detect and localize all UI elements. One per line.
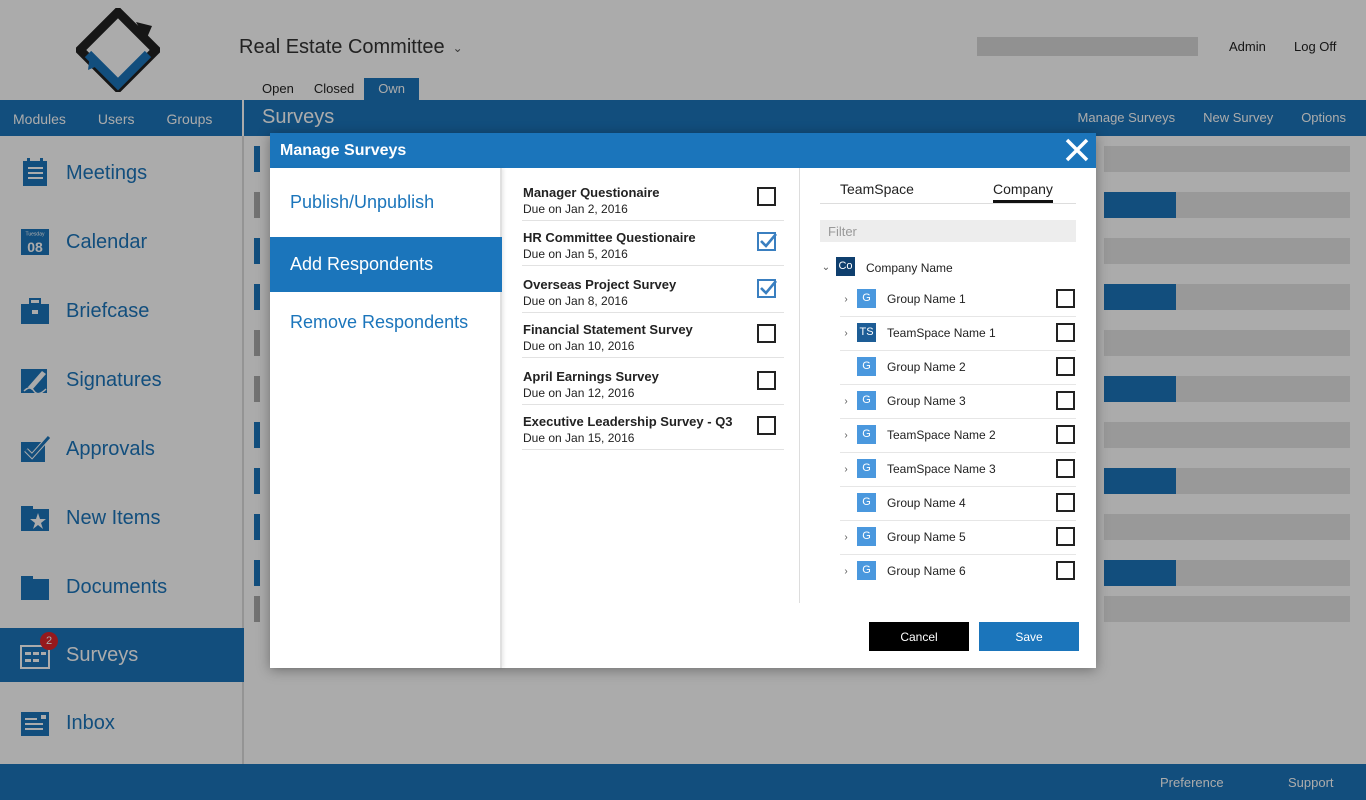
survey-checkbox[interactable] — [757, 232, 777, 251]
group-badge: G — [857, 493, 876, 512]
survey-item: Manager Questionaire Due on Jan 2, 2016 — [522, 177, 784, 221]
tree-root[interactable]: ⌄ Co Company Name — [820, 257, 1076, 279]
tree-node: › G TeamSpace Name 2 — [840, 419, 1076, 453]
action-publish-unpublish[interactable]: Publish/Unpublish — [270, 175, 502, 230]
tree-node: › TS TeamSpace Name 1 — [840, 317, 1076, 351]
chevron-down-icon[interactable]: ⌄ — [820, 262, 832, 273]
chevron-right-icon[interactable]: › — [840, 430, 852, 441]
survey-item: Executive Leadership Survey - Q3 Due on … — [522, 406, 784, 450]
tree-node: › G TeamSpace Name 3 — [840, 453, 1076, 487]
tree-node-label: TeamSpace Name 1 — [887, 326, 996, 340]
survey-item: Overseas Project Survey Due on Jan 8, 20… — [522, 269, 784, 313]
tree-node-label: Group Name 4 — [887, 496, 966, 510]
group-badge: G — [857, 459, 876, 478]
respondent-panel: TeamSpace Company ⌄ Co Company Name › G … — [820, 168, 1076, 603]
tree-node-label: TeamSpace Name 2 — [887, 428, 996, 442]
tree-node-checkbox[interactable] — [1056, 527, 1075, 546]
checkmark-icon — [760, 233, 777, 248]
teamspace-badge: TS — [857, 323, 876, 342]
tree-node: › G Group Name 5 — [840, 521, 1076, 555]
tree-node: G Group Name 4 — [840, 487, 1076, 521]
filter-input[interactable] — [820, 220, 1076, 242]
group-badge: G — [857, 391, 876, 410]
group-badge: G — [857, 527, 876, 546]
group-badge: G — [857, 561, 876, 580]
survey-due-date: Due on Jan 12, 2016 — [523, 386, 635, 400]
survey-due-date: Due on Jan 10, 2016 — [523, 339, 635, 353]
chevron-right-icon[interactable]: › — [840, 464, 852, 475]
survey-list: Manager Questionaire Due on Jan 2, 2016 … — [504, 168, 800, 603]
survey-due-date: Due on Jan 5, 2016 — [523, 247, 628, 261]
action-menu: Publish/Unpublish Add Respondents Remove… — [270, 168, 502, 668]
survey-item: HR Committee Questionaire Due on Jan 5, … — [522, 222, 784, 266]
survey-checkbox[interactable] — [757, 371, 776, 390]
survey-item: Financial Statement Survey Due on Jan 10… — [522, 314, 784, 358]
survey-due-date: Due on Jan 2, 2016 — [523, 202, 628, 216]
dialog-header: Manage Surveys — [270, 133, 1096, 168]
tree-node-checkbox[interactable] — [1056, 493, 1075, 512]
tree-node-label: Group Name 3 — [887, 394, 966, 408]
tree-root-label: Company Name — [866, 261, 953, 275]
survey-item: April Earnings Survey Due on Jan 12, 201… — [522, 361, 784, 405]
action-remove-respondents[interactable]: Remove Respondents — [270, 295, 502, 350]
checkmark-icon — [760, 280, 777, 295]
survey-name: Financial Statement Survey — [523, 322, 693, 337]
survey-name: Executive Leadership Survey - Q3 — [523, 414, 733, 429]
survey-due-date: Due on Jan 15, 2016 — [523, 431, 635, 445]
tree-node-label: Group Name 2 — [887, 360, 966, 374]
group-badge: G — [857, 357, 876, 376]
tree-node-checkbox[interactable] — [1056, 289, 1075, 308]
tree-node-label: Group Name 5 — [887, 530, 966, 544]
chevron-right-icon[interactable]: › — [840, 566, 852, 577]
tree-node-checkbox[interactable] — [1056, 425, 1075, 444]
tree-node-checkbox[interactable] — [1056, 561, 1075, 580]
survey-checkbox[interactable] — [757, 279, 777, 298]
group-badge: G — [857, 289, 876, 308]
tree-node: › G Group Name 3 — [840, 385, 1076, 419]
tree-node: › G Group Name 1 — [840, 283, 1076, 317]
survey-due-date: Due on Jan 8, 2016 — [523, 294, 628, 308]
tree-node-checkbox[interactable] — [1056, 323, 1075, 342]
tree-node-checkbox[interactable] — [1056, 357, 1075, 376]
survey-name: HR Committee Questionaire — [523, 230, 696, 245]
tree-node-checkbox[interactable] — [1056, 459, 1075, 478]
close-icon[interactable] — [1064, 137, 1090, 163]
survey-name: Manager Questionaire — [523, 185, 660, 200]
survey-name: April Earnings Survey — [523, 369, 659, 384]
cancel-button[interactable]: Cancel — [869, 622, 969, 651]
chevron-right-icon[interactable]: › — [840, 294, 852, 305]
company-badge: Co — [836, 257, 855, 276]
tree-node-label: Group Name 1 — [887, 292, 966, 306]
tree-node-label: Group Name 6 — [887, 564, 966, 578]
save-button[interactable]: Save — [979, 622, 1079, 651]
survey-checkbox[interactable] — [757, 416, 776, 435]
survey-checkbox[interactable] — [757, 187, 776, 206]
tree-node: G Group Name 2 — [840, 351, 1076, 385]
survey-checkbox[interactable] — [757, 324, 776, 343]
tree-node: › G Group Name 6 — [840, 555, 1076, 589]
respondent-tabs: TeamSpace Company — [820, 168, 1076, 204]
dialog-title: Manage Surveys — [280, 142, 407, 159]
manage-surveys-dialog: Manage Surveys Publish/Unpublish Add Res… — [270, 133, 1096, 668]
tab-company[interactable]: Company — [993, 181, 1053, 203]
survey-name: Overseas Project Survey — [523, 277, 677, 292]
chevron-right-icon[interactable]: › — [840, 532, 852, 543]
tree-node-checkbox[interactable] — [1056, 391, 1075, 410]
chevron-right-icon[interactable]: › — [840, 328, 852, 339]
chevron-right-icon[interactable]: › — [840, 396, 852, 407]
tree-node-label: TeamSpace Name 3 — [887, 462, 996, 476]
tab-teamspace[interactable]: TeamSpace — [840, 181, 914, 197]
action-add-respondents[interactable]: Add Respondents — [270, 237, 502, 292]
group-badge: G — [857, 425, 876, 444]
